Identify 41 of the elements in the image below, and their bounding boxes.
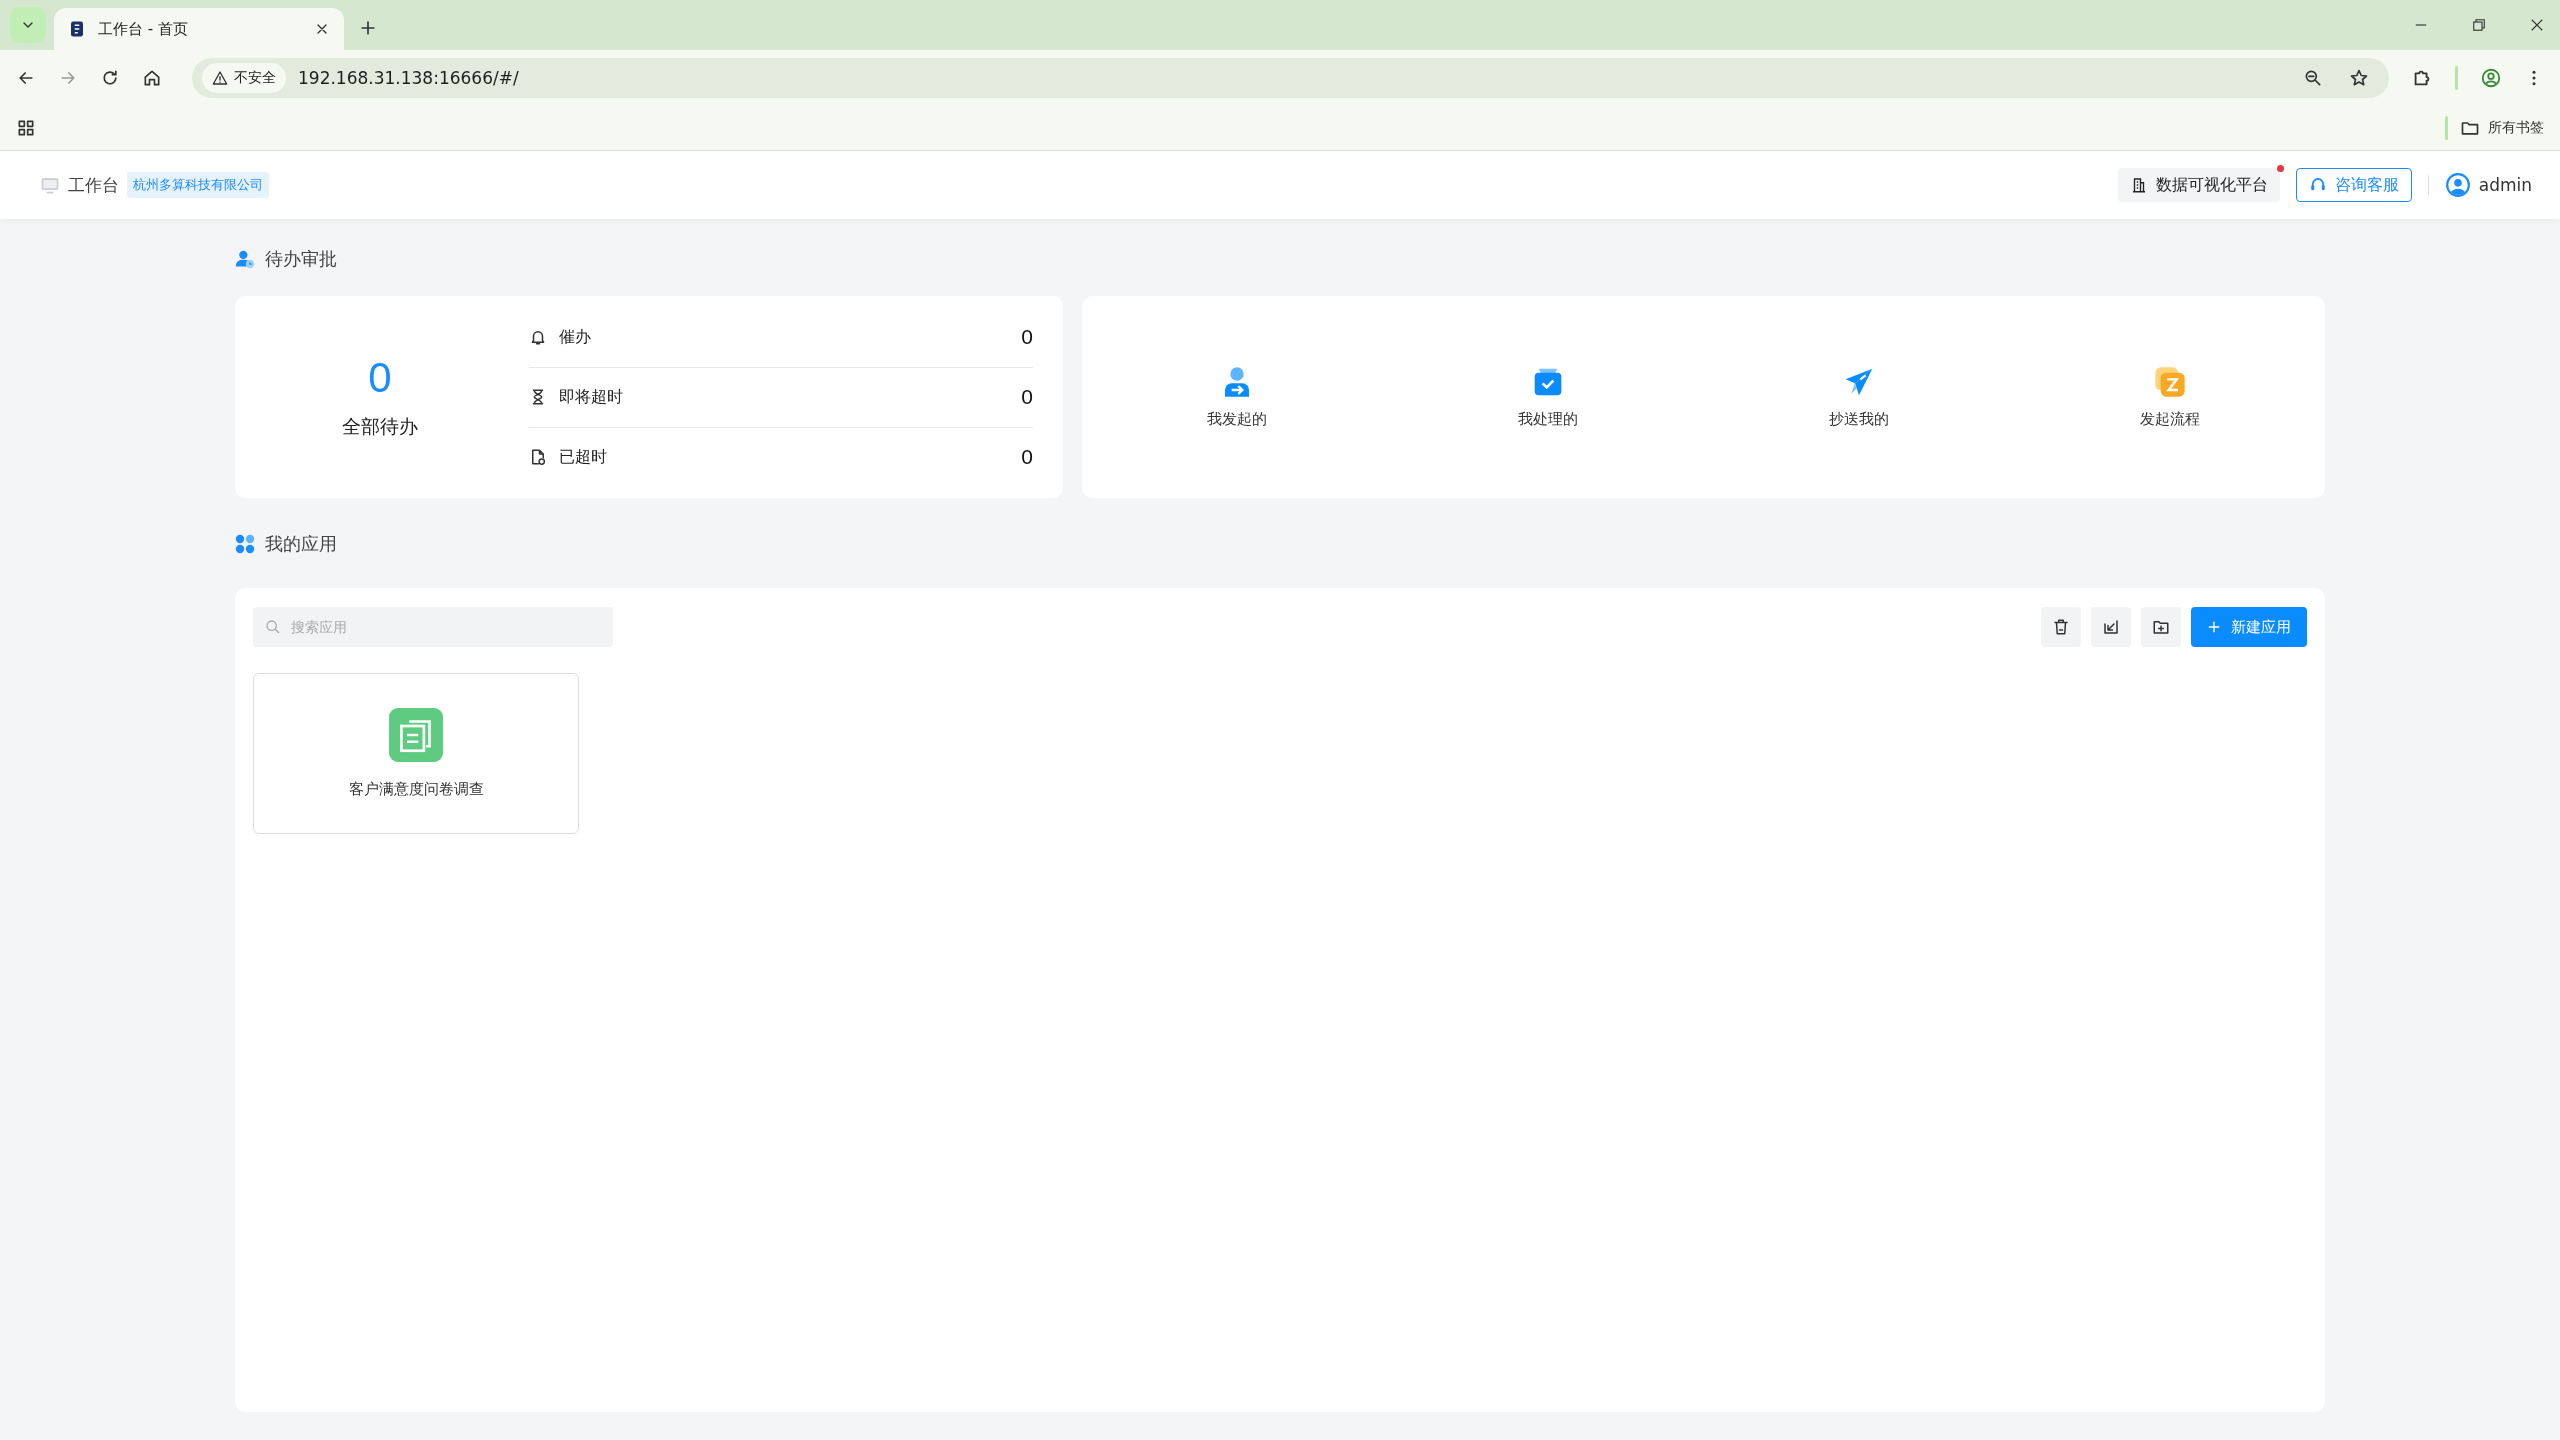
profile-icon[interactable]: [2480, 66, 2502, 89]
new-folder-button[interactable]: [2141, 607, 2181, 647]
section-title: 待办审批: [265, 246, 337, 271]
section-title: 我的应用: [265, 532, 337, 556]
app-card[interactable]: 客户满意度问卷调查: [253, 673, 579, 834]
company-tag: 杭州多算科技有限公司: [127, 172, 269, 198]
browser-tab[interactable]: 工作台 - 首页: [54, 8, 344, 50]
page-logo-icon: [68, 20, 86, 38]
address-field[interactable]: 192.168.31.138:16666/#/: [298, 67, 2291, 88]
pending-count: 0: [368, 354, 392, 402]
search-field[interactable]: 搜索应用: [253, 607, 613, 647]
plus-icon: [2207, 620, 2221, 634]
page-title: 工作台: [68, 173, 119, 197]
apps-icon: [235, 534, 255, 554]
shortcut-button[interactable]: 抄送我的: [1703, 365, 2015, 429]
pending-row[interactable]: 催办 0: [529, 307, 1033, 368]
trash-icon: [2052, 618, 2070, 636]
star-icon[interactable]: [2349, 67, 2369, 88]
import-button[interactable]: [2091, 607, 2131, 647]
bookmark-folder[interactable]: 所有书签: [2460, 117, 2544, 138]
pending-row[interactable]: 已超时 0: [529, 427, 1033, 487]
warning-icon: [212, 69, 228, 86]
pending-label: 全部待办: [342, 414, 418, 439]
shortcut-button[interactable]: 我发起的: [1082, 365, 1393, 429]
flow-icon: [2153, 365, 2186, 398]
pending-row[interactable]: 即将超时 0: [529, 367, 1033, 428]
search-icon: [265, 619, 281, 635]
shortcut-button[interactable]: 我处理的: [1392, 365, 1704, 429]
file-clock-icon: [529, 448, 547, 466]
security-chip[interactable]: 不安全: [202, 62, 286, 93]
shortcut-button[interactable]: 发起流程: [2014, 365, 2325, 429]
bell-icon: [529, 328, 547, 346]
user-menu[interactable]: admin: [2444, 172, 2532, 198]
import-icon: [2102, 618, 2120, 636]
avatar-icon: [2444, 172, 2471, 198]
delete-button[interactable]: [2041, 607, 2081, 647]
monitor-icon: [40, 175, 60, 195]
document-icon: [389, 708, 443, 762]
restore-icon[interactable]: [2470, 16, 2488, 34]
folder-plus-icon: [2152, 618, 2170, 636]
user-clock-icon: [235, 248, 255, 269]
